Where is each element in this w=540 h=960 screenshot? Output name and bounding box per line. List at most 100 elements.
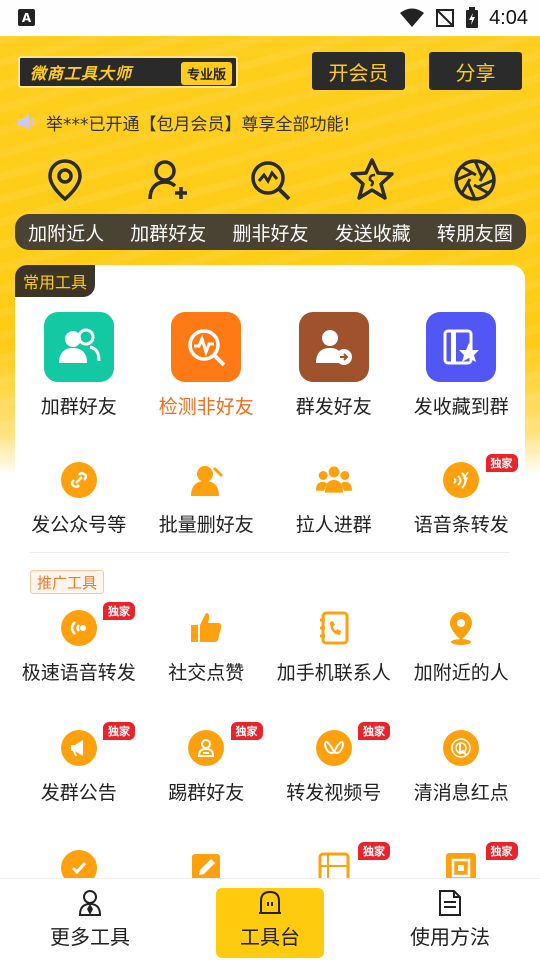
collection-star-icon [426, 312, 497, 382]
exclusive-badge: 独家 [103, 602, 135, 620]
search-check-icon [251, 161, 291, 201]
tool-mass-message[interactable]: 群发好友 [270, 312, 398, 422]
status-bar: A 4:04 [0, 0, 540, 36]
detect-icon [171, 312, 242, 382]
tool-label: 检测非好友 [158, 396, 254, 418]
quick-action-add-group[interactable] [116, 150, 218, 210]
speaker-icon [18, 114, 35, 130]
tool-label: 极速语音转发 [21, 662, 136, 684]
notice-text: 举***已开通【包月会员】尊享全部功能! [46, 114, 351, 135]
star-icon [350, 158, 395, 200]
tool-collection-to-group[interactable]: 发收藏到群 [398, 312, 526, 422]
notification-a-icon: A [18, 9, 35, 26]
tool-label: 发群公告 [40, 782, 117, 804]
tool-label: 群发好友 [295, 396, 372, 418]
link-icon [60, 462, 97, 498]
common-tools-tag: 常用工具 [15, 265, 96, 297]
quick-label-delete-nonfriends[interactable]: 删非好友 [219, 219, 321, 246]
promo-tools-row-2: 独家 发群公告 独家 踢群好友 独家 转发视频号 清消息红点 [15, 722, 526, 830]
nav-more-tools[interactable]: 更多工具 [0, 878, 180, 960]
promo-tools-row-1: 独家 极速语音转发 社交点赞 加手机联系人 加附近的人 [15, 602, 526, 710]
quick-actions-icons [14, 150, 526, 210]
exclusive-badge: 独家 [230, 722, 263, 740]
exclusive-badge: 独家 [358, 722, 390, 740]
tool-label: 批量删好友 [158, 514, 254, 536]
battery-charging-icon [466, 7, 479, 28]
nav-label: 更多工具 [50, 924, 130, 949]
share-button[interactable]: 分享 [429, 52, 522, 90]
add-user-icon [147, 160, 187, 200]
tool-label: 发收藏到群 [413, 396, 509, 418]
tool-label: 加群好友 [40, 396, 117, 418]
app-brand: 微商工具大师 专业版 [18, 56, 238, 88]
no-signal-icon [436, 9, 455, 27]
tool-label: 加附近的人 [413, 662, 509, 684]
tool-label: 发公众号等 [31, 514, 127, 536]
tool-detect-nonfriends[interactable]: 检测非好友 [143, 312, 271, 422]
fast-voice-icon [60, 610, 97, 646]
nav-usage-guide[interactable]: 使用方法 [360, 878, 540, 960]
wifi-icon [400, 8, 425, 27]
map-pin-icon [443, 610, 479, 646]
batch-delete-icon [188, 462, 224, 498]
tool-label: 社交点赞 [168, 662, 245, 684]
document-icon [439, 889, 461, 916]
group-users-icon [43, 312, 114, 382]
tool-label: 语音条转发 [413, 514, 509, 536]
common-tools-row-2: 发公众号等 批量删好友 拉人进群 独家 语音条转发 [15, 454, 526, 562]
tap-icon [443, 730, 480, 766]
phone-book-icon [316, 610, 352, 646]
megaphone-icon [60, 730, 97, 766]
exclusive-badge: 独家 [485, 842, 518, 860]
tool-group-announcement[interactable]: 独家 发群公告 [15, 722, 143, 830]
quick-action-moments[interactable] [424, 150, 526, 210]
shutter-icon [454, 159, 496, 201]
nav-label: 使用方法 [410, 924, 490, 949]
tool-forward-video-channel[interactable]: 独家 转发视频号 [270, 722, 398, 830]
thumbs-up-icon [188, 610, 224, 646]
quick-label-send-collection[interactable]: 发送收藏 [322, 219, 424, 246]
tool-kick-group-friends[interactable]: 独家 踢群好友 [143, 722, 271, 830]
more-tools-icon [78, 889, 102, 916]
quick-action-delete-nonfriends[interactable] [219, 150, 321, 210]
tool-label: 转发视频号 [286, 782, 382, 804]
tool-add-nearby-people[interactable]: 加附近的人 [398, 610, 526, 710]
tool-clear-red-dots[interactable]: 清消息红点 [398, 730, 526, 830]
forward-user-icon [298, 312, 369, 382]
vip-button[interactable]: 开会员 [312, 52, 405, 90]
tool-send-official-account[interactable]: 发公众号等 [15, 462, 143, 562]
quick-label-nearby[interactable]: 加附近人 [15, 219, 117, 246]
brand-name: 微商工具大师 [30, 64, 133, 83]
exclusive-badge: 独家 [358, 842, 390, 860]
tool-batch-delete-friends[interactable]: 批量删好友 [143, 462, 271, 562]
quick-action-nearby[interactable] [14, 150, 116, 210]
voice-icon [443, 462, 480, 498]
quick-action-send-collection[interactable] [321, 150, 423, 210]
tool-social-like[interactable]: 社交点赞 [143, 610, 271, 710]
promo-tools-tag: 推广工具 [30, 570, 105, 594]
quick-label-moments[interactable]: 转朋友圈 [424, 219, 526, 246]
video-channel-icon [315, 730, 352, 766]
tool-pull-into-group[interactable]: 拉人进群 [270, 462, 398, 562]
tool-label: 加手机联系人 [276, 662, 391, 684]
tool-label: 清消息红点 [413, 782, 509, 804]
tool-label: 踢群好友 [168, 782, 245, 804]
clock: 4:04 [489, 6, 528, 29]
bell-icon [259, 890, 281, 914]
exclusive-badge: 独家 [103, 722, 135, 740]
tool-add-group-friends[interactable]: 加群好友 [15, 312, 143, 422]
brand-edition-tag: 专业版 [180, 62, 232, 85]
group-icon [315, 462, 352, 498]
tool-label: 拉人进群 [295, 514, 372, 536]
kick-user-icon [188, 730, 225, 766]
tool-add-phone-contacts[interactable]: 加手机联系人 [270, 610, 398, 710]
featured-tools: 加群好友 检测非好友 群发好友 发收藏到群 [15, 312, 525, 422]
tool-fast-voice-forward[interactable]: 独家 极速语音转发 [15, 602, 143, 710]
notice-bar: 举***已开通【包月会员】尊享全部功能! [16, 108, 350, 136]
exclusive-badge: 独家 [485, 454, 518, 472]
tool-voice-forward[interactable]: 独家 语音条转发 [398, 454, 526, 562]
quick-label-add-group[interactable]: 加群好友 [117, 219, 219, 246]
nav-toolbench[interactable]: 工具台 [180, 878, 360, 960]
section-divider [30, 552, 510, 553]
nav-label: 工具台 [240, 924, 300, 949]
